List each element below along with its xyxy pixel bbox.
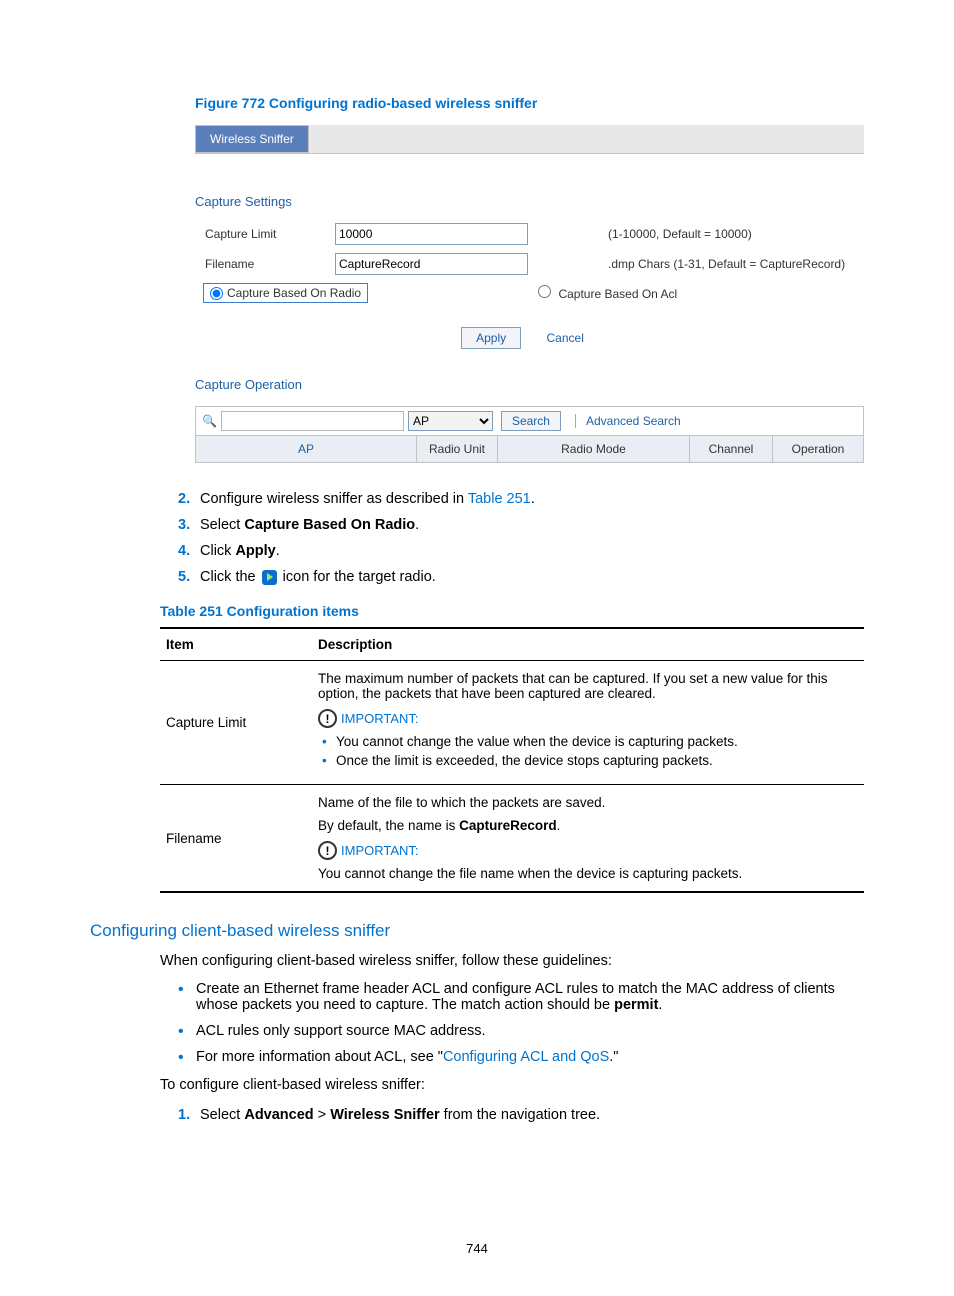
step-3: 3.Select Capture Based On Radio. <box>178 517 864 533</box>
step-2: 2.Configure wireless sniffer as describe… <box>178 491 864 507</box>
table-caption: Table 251 Configuration items <box>160 603 864 619</box>
capture-limit-input[interactable] <box>335 223 528 245</box>
row-capture-limit-desc: The maximum number of packets that can b… <box>312 661 864 785</box>
page-number: 744 <box>0 1241 954 1256</box>
capture-settings-title: Capture Settings <box>195 194 864 209</box>
filename-label: Filename <box>195 257 335 271</box>
capture-acl-label: Capture Based On Acl <box>558 287 677 301</box>
th-radio-mode: Radio Mode <box>498 436 690 462</box>
capture-radio-option[interactable] <box>210 287 223 300</box>
row-filename-item: Filename <box>160 785 312 893</box>
th-ap[interactable]: AP <box>196 436 417 462</box>
guideline-2: ACL rules only support source MAC addres… <box>178 1023 864 1039</box>
client-step-1: 1.Select Advanced > Wireless Sniffer fro… <box>178 1107 864 1123</box>
guideline-1: Create an Ethernet frame header ACL and … <box>178 981 864 1013</box>
tab-wireless-sniffer[interactable]: Wireless Sniffer <box>195 125 309 153</box>
search-input[interactable] <box>221 411 404 431</box>
play-icon <box>262 570 277 585</box>
config-table: ItemDescription Capture Limit The maximu… <box>160 627 864 893</box>
search-icon: 🔍 <box>202 414 217 428</box>
th-description: Description <box>312 628 864 661</box>
section-heading: Configuring client-based wireless sniffe… <box>90 921 864 941</box>
guideline-3: For more information about ACL, see "Con… <box>178 1049 864 1065</box>
to-configure-paragraph: To configure client-based wireless sniff… <box>160 1077 864 1093</box>
capture-radio-label: Capture Based On Radio <box>227 286 361 300</box>
capture-operation-title: Capture Operation <box>195 377 864 392</box>
capture-acl-option[interactable] <box>538 285 551 298</box>
capture-limit-hint: (1-10000, Default = 10000) <box>603 227 752 241</box>
search-field-select[interactable]: AP <box>408 411 493 431</box>
th-channel: Channel <box>690 436 773 462</box>
apply-button[interactable]: Apply <box>461 327 521 349</box>
table-251-link[interactable]: Table 251 <box>468 491 531 507</box>
intro-paragraph: When configuring client-based wireless s… <box>160 953 864 969</box>
results-table-header: AP Radio Unit Radio Mode Channel Operati… <box>195 435 864 463</box>
figure-caption: Figure 772 Configuring radio-based wirel… <box>195 95 864 111</box>
screenshot-panel: Wireless Sniffer Capture Settings Captur… <box>195 125 864 463</box>
advanced-search-link[interactable]: Advanced Search <box>575 414 681 428</box>
tab-bar: Wireless Sniffer <box>195 125 864 154</box>
row-filename-desc: Name of the file to which the packets ar… <box>312 785 864 893</box>
important-icon: ! <box>318 841 337 860</box>
filename-hint: .dmp Chars (1-31, Default = CaptureRecor… <box>603 257 845 271</box>
capture-limit-label: Capture Limit <box>195 227 335 241</box>
important-icon: ! <box>318 709 337 728</box>
acl-qos-link[interactable]: Configuring ACL and QoS <box>443 1049 609 1065</box>
filename-input[interactable] <box>335 253 528 275</box>
cancel-button[interactable]: Cancel <box>533 328 598 348</box>
row-capture-limit-item: Capture Limit <box>160 661 312 785</box>
step-4: 4.Click Apply. <box>178 543 864 559</box>
th-radio-unit: Radio Unit <box>417 436 498 462</box>
th-operation: Operation <box>773 436 863 462</box>
search-button[interactable]: Search <box>501 411 561 431</box>
step-5: 5.Click the icon for the target radio. <box>178 569 864 585</box>
th-item: Item <box>160 628 312 661</box>
